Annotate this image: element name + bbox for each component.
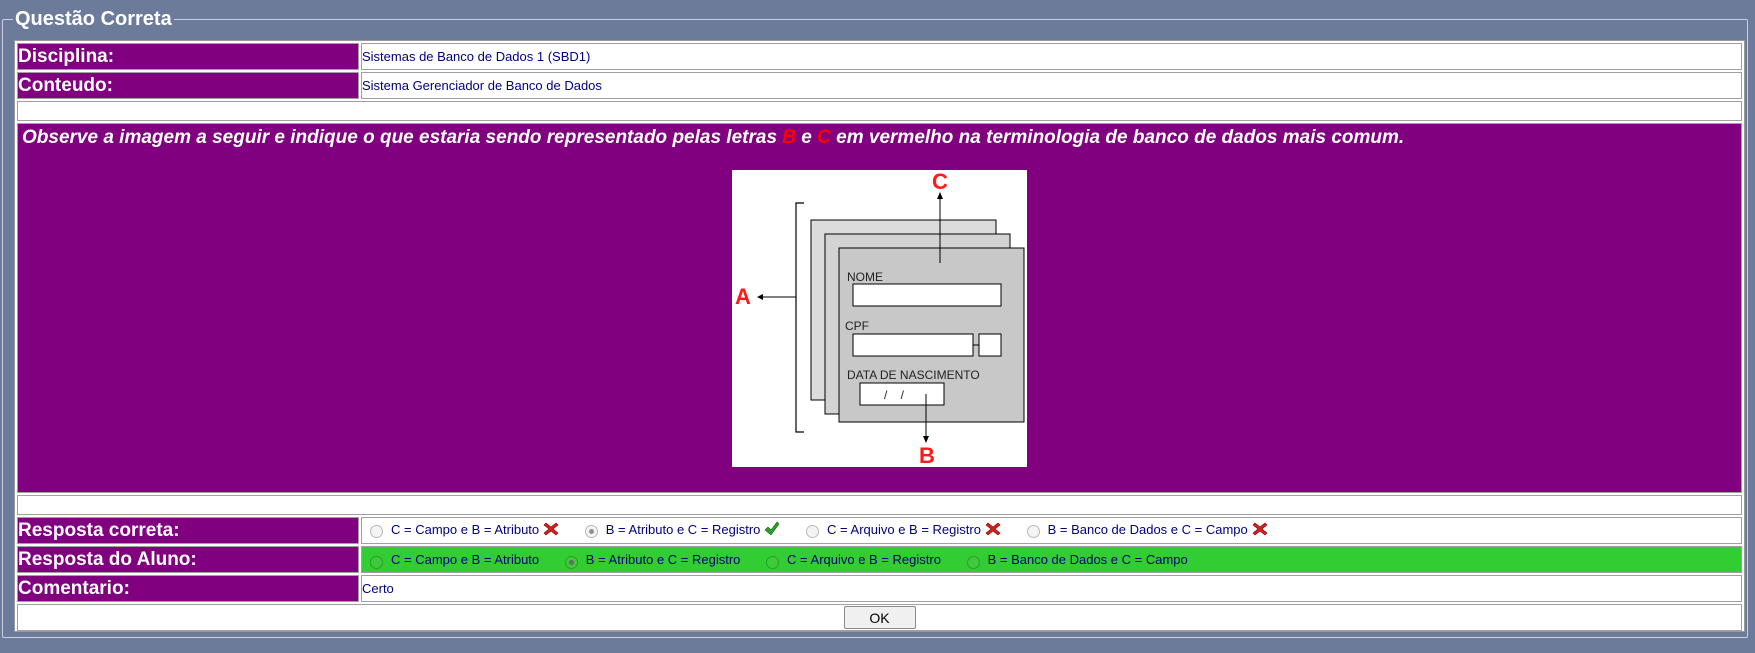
aluno-option[interactable]: B = Banco de Dados e C = Campo: [966, 552, 1188, 569]
spacer-row: [17, 101, 1742, 121]
field-cpf-digit-box: [978, 333, 1002, 357]
option-label: C = Campo e B = Atributo: [391, 521, 540, 537]
x-icon: [1252, 521, 1268, 540]
field-cpf-label: CPF: [845, 319, 869, 333]
correta-option[interactable]: B = Banco de Dados e C = Campo: [1026, 521, 1268, 540]
disciplina-label: Disciplina:: [17, 43, 359, 70]
option-label: B = Banco de Dados e C = Campo: [1047, 521, 1248, 537]
resposta-correta-label: Resposta correta:: [17, 517, 359, 544]
comentario-label: Comentario:: [17, 575, 359, 602]
radio-button[interactable]: [966, 555, 980, 569]
spacer-row: [17, 495, 1742, 515]
ok-button[interactable]: OK: [843, 606, 916, 629]
check-icon: [764, 521, 780, 540]
conteudo-label: Conteudo:: [17, 72, 359, 99]
field-cpf-box: [852, 333, 974, 357]
option-label: B = Atributo e C = Registro: [605, 521, 761, 537]
option-label: C = Arquivo e B = Registro: [827, 521, 981, 537]
field-data-label: DATA DE NASCIMENTO: [847, 368, 980, 382]
question-text-part2: em vermelho na terminologia de banco de …: [830, 127, 1405, 148]
aluno-option[interactable]: C = Arquivo e B = Registro: [766, 552, 941, 569]
question-figure: A C NOME CPF DATA DE NASCIMENTO / / B: [732, 169, 1027, 468]
fieldset-title: Questão Correta: [15, 8, 172, 30]
correta-option[interactable]: B = Atributo e C = Registro: [584, 521, 781, 540]
conteudo-value: Sistema Gerenciador de Banco de Dados: [361, 72, 1742, 99]
question-text-part1: Observe a imagem a seguir e indique o qu…: [22, 127, 783, 148]
question-frame: Disciplina: Sistemas de Banco de Dados 1…: [14, 40, 1745, 632]
field-data-placeholder: / /: [884, 388, 905, 402]
x-icon: [543, 521, 559, 540]
option-label: B = Banco de Dados e C = Campo: [987, 552, 1188, 568]
ok-row: OK: [17, 604, 1742, 631]
radio-button-selected[interactable]: [584, 525, 598, 538]
radio-button[interactable]: [766, 555, 780, 569]
disciplina-value: Sistemas de Banco de Dados 1 (SBD1): [361, 43, 1742, 70]
aluno-option[interactable]: C = Campo e B = Atributo: [370, 552, 540, 569]
resposta-aluno-options: C = Campo e B = Atributo B = Atributo e …: [361, 546, 1742, 573]
question-letter-b: B: [782, 127, 797, 148]
option-label: C = Arquivo e B = Registro: [787, 552, 941, 568]
question-table: Disciplina: Sistemas de Banco de Dados 1…: [15, 41, 1744, 633]
correta-option[interactable]: C = Campo e B = Atributo: [370, 521, 559, 540]
aluno-option[interactable]: B = Atributo e C = Registro: [564, 552, 741, 569]
resposta-correta-options: C = Campo e B = Atributo B = Atributo e …: [361, 517, 1742, 544]
arrow-a-head: [757, 294, 763, 300]
question-text: Observe a imagem a seguir e indique o qu…: [22, 127, 1741, 149]
question-text-mid: e: [796, 127, 818, 148]
question-letter-c: C: [817, 127, 831, 148]
question-row: Observe a imagem a seguir e indique o qu…: [17, 123, 1742, 493]
field-nome-box: [852, 283, 1002, 307]
radio-button-selected[interactable]: [564, 555, 578, 569]
record-diagram: A C NOME CPF DATA DE NASCIMENTO / / B: [735, 169, 1025, 468]
field-nome-label: NOME: [847, 270, 883, 284]
correta-option[interactable]: C = Arquivo e B = Registro: [806, 521, 1001, 540]
figure-label-a: A: [735, 284, 751, 309]
figure-label-c: C: [932, 170, 948, 194]
comentario-value: Certo: [361, 575, 1742, 602]
arrow-b-head: [923, 436, 929, 443]
resposta-aluno-label: Resposta do Aluno:: [17, 546, 359, 573]
option-label: B = Atributo e C = Registro: [585, 552, 741, 568]
figure-label-b: B: [919, 443, 935, 467]
option-label: C = Campo e B = Atributo: [391, 552, 540, 568]
radio-button[interactable]: [370, 555, 383, 569]
radio-button[interactable]: [806, 525, 820, 538]
x-icon: [985, 521, 1001, 540]
radio-button[interactable]: [370, 525, 383, 538]
bracket-line: [795, 202, 804, 433]
radio-button[interactable]: [1026, 525, 1040, 538]
